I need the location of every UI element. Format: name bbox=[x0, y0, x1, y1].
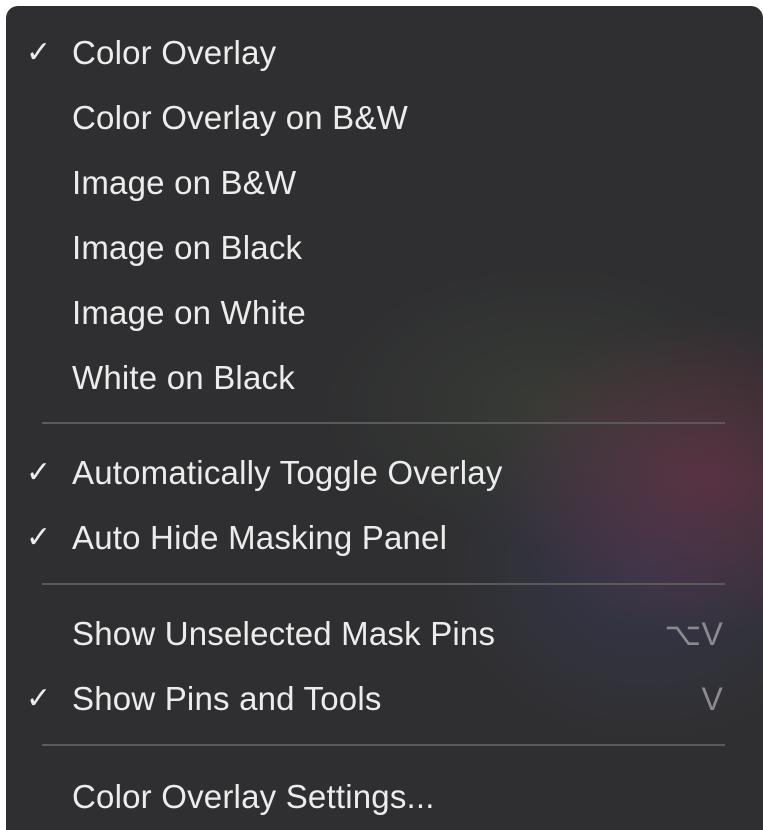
menu-separator bbox=[42, 583, 725, 585]
menu-item-image-on-black[interactable]: Image on Black bbox=[6, 219, 763, 277]
menu-separator bbox=[42, 422, 725, 424]
menu-item-color-overlay-on-bw[interactable]: Color Overlay on B&W bbox=[6, 89, 763, 147]
menu-item-color-overlay-settings[interactable]: Color Overlay Settings... bbox=[6, 768, 763, 826]
menu-item-image-on-bw[interactable]: Image on B&W bbox=[6, 154, 763, 212]
menu-item-image-on-white[interactable]: Image on White bbox=[6, 284, 763, 342]
menu-separator bbox=[42, 744, 725, 746]
menu-item-label: Auto Hide Masking Panel bbox=[72, 519, 448, 556]
menu-item-show-pins-and-tools[interactable]: ✓ Show Pins and Tools V bbox=[6, 670, 763, 728]
menu-item-label: Show Unselected Mask Pins bbox=[72, 615, 496, 652]
menu-item-label: Image on B&W bbox=[72, 164, 297, 201]
menu-item-label: Show Pins and Tools bbox=[72, 680, 382, 717]
checkmark-icon: ✓ bbox=[26, 682, 52, 715]
menu-item-white-on-black[interactable]: White on Black bbox=[6, 349, 763, 407]
checkmark-icon: ✓ bbox=[26, 36, 52, 69]
menu-item-label: Color Overlay Settings... bbox=[72, 778, 435, 815]
menu-item-color-overlay[interactable]: ✓ Color Overlay bbox=[6, 24, 763, 82]
menu-item-show-unselected-mask-pins[interactable]: Show Unselected Mask Pins ⌥V bbox=[6, 605, 763, 663]
menu-item-label: Automatically Toggle Overlay bbox=[72, 454, 503, 491]
menu-item-automatically-toggle-overlay[interactable]: ✓ Automatically Toggle Overlay bbox=[6, 444, 763, 502]
overlay-mode-menu: ✓ Color Overlay Color Overlay on B&W Ima… bbox=[6, 6, 763, 830]
checkmark-icon: ✓ bbox=[26, 521, 52, 554]
checkmark-icon: ✓ bbox=[26, 456, 52, 489]
menu-item-label: White on Black bbox=[72, 359, 295, 396]
menu-item-auto-hide-masking-panel[interactable]: ✓ Auto Hide Masking Panel bbox=[6, 509, 763, 567]
menu-item-label: Color Overlay on B&W bbox=[72, 99, 408, 136]
menu-item-label: Color Overlay bbox=[72, 34, 277, 71]
menu-item-label: Image on White bbox=[72, 294, 306, 331]
keyboard-shortcut: V bbox=[701, 681, 723, 717]
keyboard-shortcut: ⌥V bbox=[664, 616, 723, 652]
menu-item-label: Image on Black bbox=[72, 229, 303, 266]
